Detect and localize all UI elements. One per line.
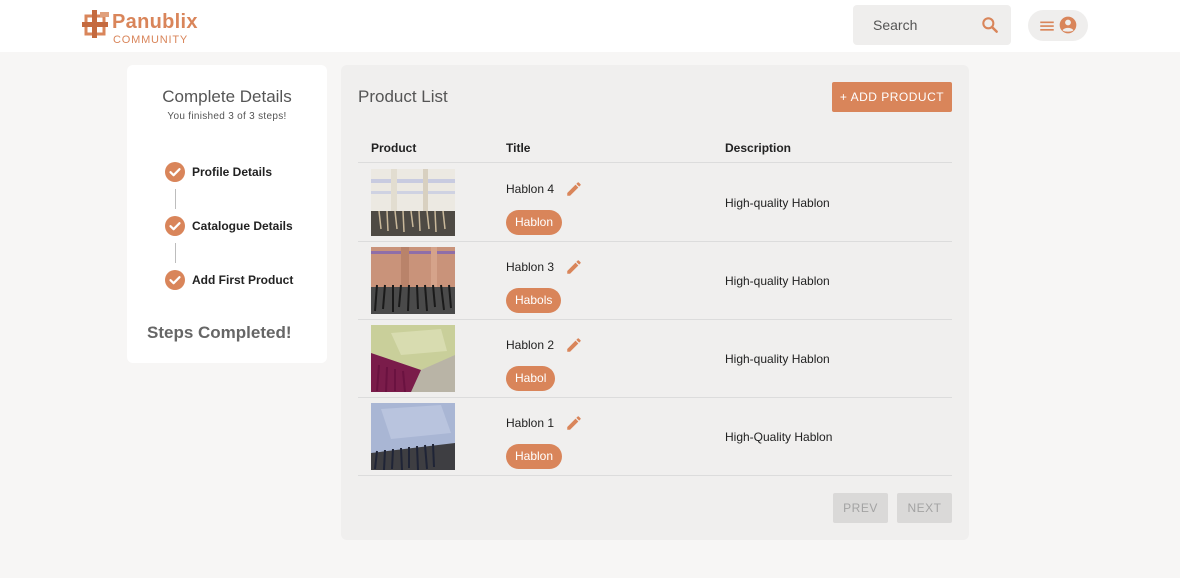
product-title: Hablon 1: [506, 416, 555, 430]
user-menu-button[interactable]: [1028, 10, 1088, 41]
account-circle-icon: [1059, 16, 1077, 34]
product-description: High-quality Hablon: [725, 196, 830, 210]
step-connector: [175, 243, 176, 263]
logo-mark-icon: [82, 10, 109, 38]
step-label: Profile Details: [192, 165, 273, 179]
add-product-button[interactable]: + ADD PRODUCT: [832, 82, 952, 112]
brand-name: Panublix: [112, 11, 198, 33]
brand-logo[interactable]: Panublix COMMUNITY: [80, 6, 210, 48]
search-input[interactable]: [853, 5, 971, 45]
product-title: Hablon 4: [506, 182, 555, 196]
search-icon[interactable]: [980, 15, 1000, 35]
menu-icon: [1040, 21, 1054, 31]
prev-page-button[interactable]: PREV: [833, 493, 888, 523]
product-description: High-quality Hablon: [725, 352, 830, 366]
table-row[interactable]: Hablon 2 Habol High-quality Hablon: [358, 320, 952, 398]
step-label: Add First Product: [192, 273, 294, 287]
steps-completed-label: Steps Completed!: [147, 323, 292, 342]
table-row[interactable]: Hablon 4 Hablon High-quality Hablon: [358, 164, 952, 242]
brand-tagline: COMMUNITY: [113, 34, 189, 46]
product-title: Hablon 2: [506, 338, 555, 352]
top-header: Panublix COMMUNITY: [0, 0, 1180, 52]
table-header: Product Title Description: [358, 135, 952, 163]
edit-icon[interactable]: [565, 180, 583, 198]
next-page-button[interactable]: NEXT: [897, 493, 952, 523]
step-label: Catalogue Details: [192, 219, 293, 233]
check-circle-icon: [165, 162, 185, 182]
product-description: High-quality Hablon: [725, 274, 830, 288]
steps-title: Complete Details: [162, 87, 292, 106]
steps-subtitle: You finished 3 of 3 steps!: [167, 111, 287, 122]
product-tag-chip: Hablon: [506, 444, 563, 469]
table-row[interactable]: Hablon 1 Hablon High-Quality Hablon: [358, 398, 952, 476]
product-list-panel: Product List + ADD PRODUCT Product Title…: [341, 65, 969, 540]
table-row[interactable]: Hablon 3 Habols High-quality Hablon: [358, 242, 952, 320]
edit-icon[interactable]: [565, 336, 583, 354]
product-tag-chip: Hablon: [506, 210, 563, 235]
step-connector: [175, 189, 176, 209]
edit-icon[interactable]: [565, 414, 583, 432]
product-thumbnail: [371, 247, 455, 314]
product-tag-chip: Habol: [506, 366, 556, 391]
product-thumbnail: [371, 403, 455, 470]
panel-title: Product List: [358, 87, 448, 106]
column-header-title: Title: [506, 141, 531, 155]
product-description: High-Quality Hablon: [725, 430, 833, 444]
product-title: Hablon 3: [506, 260, 555, 274]
steps-card: Complete Details You finished 3 of 3 ste…: [127, 65, 327, 363]
product-tag-chip: Habols: [506, 288, 562, 313]
product-thumbnail: [371, 169, 455, 236]
column-header-description: Description: [725, 141, 792, 155]
check-circle-icon: [165, 216, 185, 236]
edit-icon[interactable]: [565, 258, 583, 276]
check-circle-icon: [165, 270, 185, 290]
product-thumbnail: [371, 325, 455, 392]
column-header-product: Product: [371, 141, 417, 155]
